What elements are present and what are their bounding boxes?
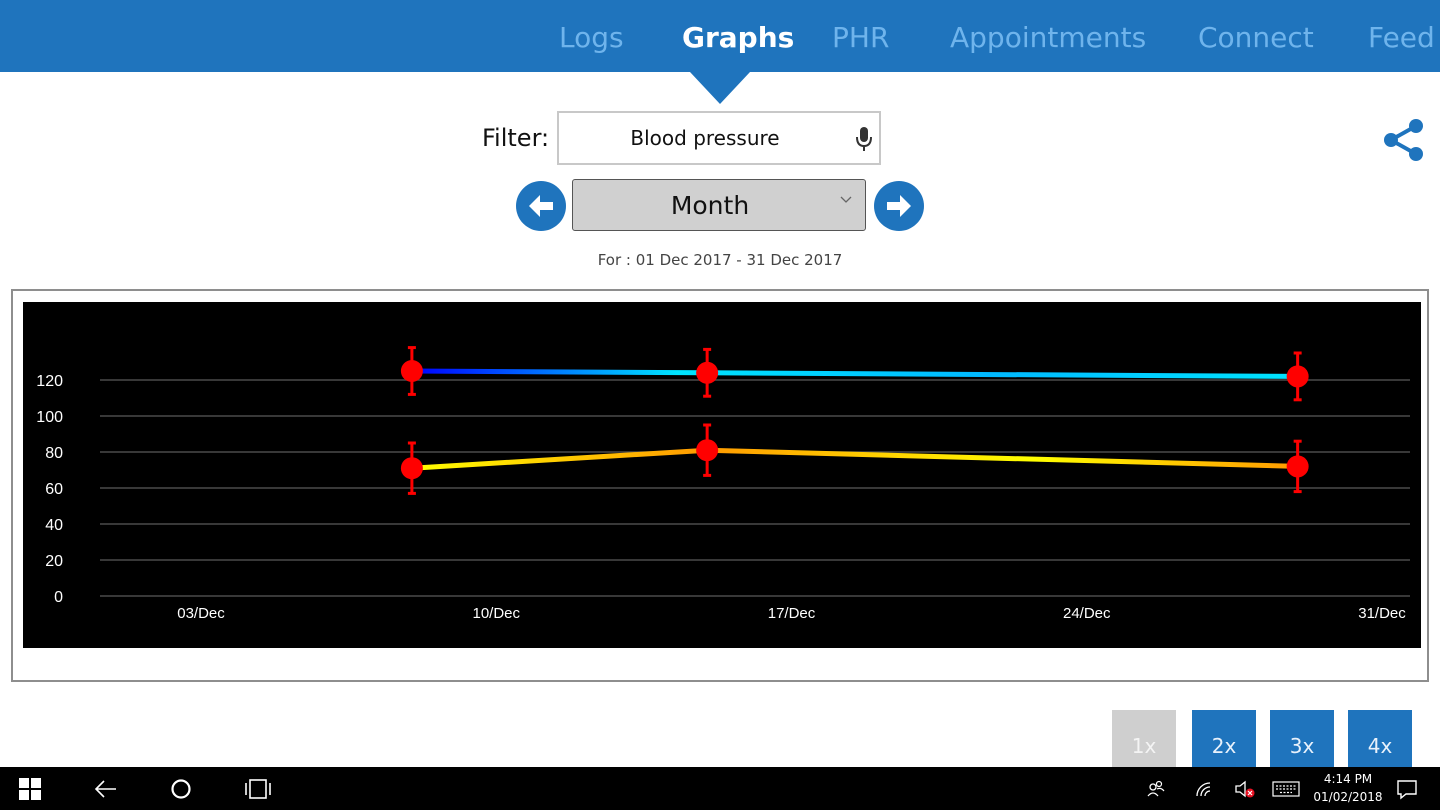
zoom-4x-button[interactable]: 4x xyxy=(1348,710,1412,774)
x-tick-label: 03/Dec xyxy=(177,605,225,622)
x-tick-label: 24/Dec xyxy=(1063,605,1111,622)
data-point[interactable] xyxy=(696,439,719,462)
data-point[interactable] xyxy=(1286,455,1309,478)
task-view-icon[interactable] xyxy=(244,777,272,801)
date-range-text: For : 01 Dec 2017 - 31 Dec 2017 xyxy=(597,251,843,269)
period-selected-value: Month xyxy=(670,191,750,220)
zoom-1x-button[interactable]: 1x xyxy=(1112,710,1176,774)
volume-muted-icon[interactable] xyxy=(1234,779,1256,799)
data-point[interactable] xyxy=(400,457,423,480)
period-dropdown[interactable]: Month xyxy=(572,179,866,231)
tab-feed[interactable]: Feed xyxy=(1368,20,1435,56)
tab-graphs[interactable]: Graphs xyxy=(682,20,794,56)
taskbar: 4:14 PM 01/02/2018 xyxy=(0,767,1440,810)
data-point[interactable] xyxy=(400,360,423,382)
clock-date: 01/02/2018 xyxy=(1313,790,1383,804)
y-tick-label: 100 xyxy=(36,409,63,426)
filter-input[interactable]: Blood pressure xyxy=(557,111,881,165)
share-icon[interactable] xyxy=(1380,116,1428,164)
data-point[interactable] xyxy=(1286,365,1309,388)
series-line-1 xyxy=(409,447,1301,471)
x-tick-label: 10/Dec xyxy=(472,605,520,622)
system-clock[interactable]: 4:14 PM 01/02/2018 xyxy=(1306,770,1390,806)
microphone-icon[interactable] xyxy=(853,125,875,153)
tab-appointments[interactable]: Appointments xyxy=(950,20,1146,56)
y-tick-label: 60 xyxy=(45,481,63,498)
keyboard-icon[interactable] xyxy=(1272,781,1300,797)
blood-pressure-chart: 0 20 40 60 80 100 120 03/Dec 10/Dec 17/Dec 24/Dec 3… xyxy=(36,346,1410,622)
chart-area: 0 20 40 60 80 100 120 03/Dec 10/Dec 17/Dec 24/Dec 3… xyxy=(23,302,1421,648)
series-line-0 xyxy=(409,368,1301,379)
zoom-3x-button[interactable]: 3x xyxy=(1270,710,1334,774)
filter-value: Blood pressure xyxy=(630,126,780,150)
tab-logs[interactable]: Logs xyxy=(559,20,624,56)
zoom-2x-button[interactable]: 2x xyxy=(1192,710,1256,774)
arrow-right-icon xyxy=(887,195,911,217)
arrow-left-icon xyxy=(529,195,553,217)
tab-phr[interactable]: PHR xyxy=(832,20,889,56)
back-arrow-icon[interactable] xyxy=(94,778,118,800)
previous-period-button[interactable] xyxy=(516,181,566,231)
y-tick-label: 120 xyxy=(36,373,63,390)
next-period-button[interactable] xyxy=(874,181,924,231)
x-tick-label: 17/Dec xyxy=(768,605,816,622)
wifi-icon[interactable] xyxy=(1194,780,1212,798)
filter-label: Filter: xyxy=(482,124,550,152)
data-point[interactable] xyxy=(696,361,719,384)
clock-time: 4:14 PM xyxy=(1323,772,1373,786)
action-center-icon[interactable] xyxy=(1396,778,1418,800)
people-icon[interactable] xyxy=(1146,779,1166,799)
chevron-down-icon xyxy=(840,196,852,203)
top-navigation-bar: Logs Graphs PHR Appointments Connect Fee… xyxy=(0,0,1440,72)
y-tick-label: 20 xyxy=(45,553,63,570)
windows-start-icon[interactable] xyxy=(19,778,41,800)
x-tick-label: 31/Dec xyxy=(1358,605,1406,622)
y-tick-label: 40 xyxy=(45,517,63,534)
active-tab-pointer xyxy=(690,72,750,104)
y-tick-label: 80 xyxy=(45,445,63,462)
cortana-circle-icon[interactable] xyxy=(170,778,192,800)
tab-connect[interactable]: Connect xyxy=(1198,20,1314,56)
y-tick-label: 0 xyxy=(54,589,63,606)
